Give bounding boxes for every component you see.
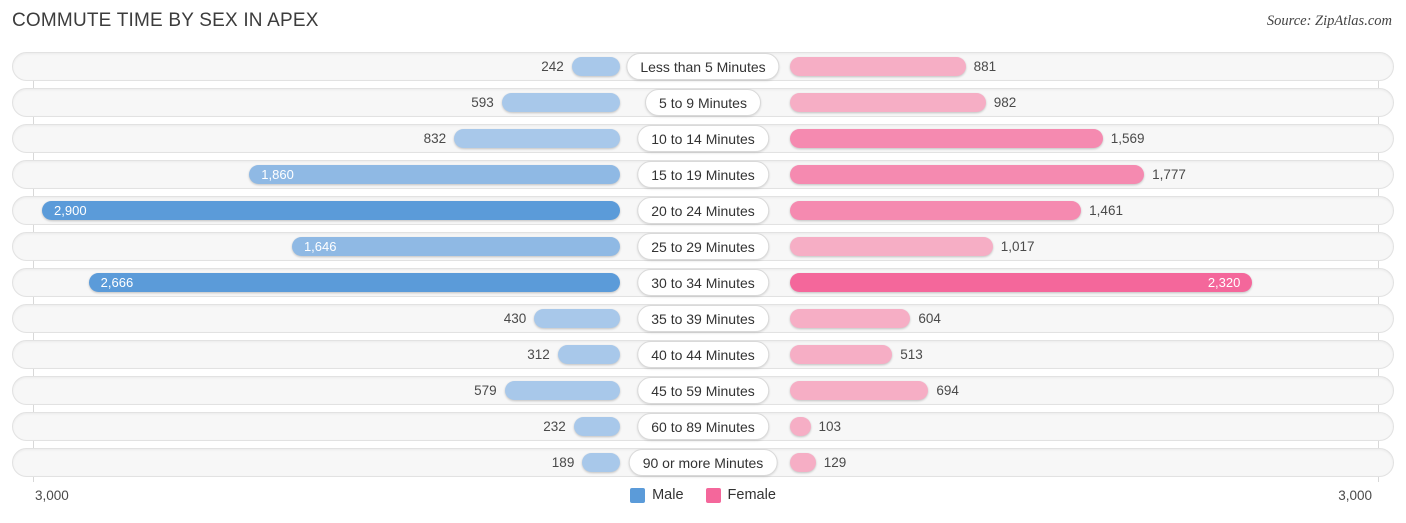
table-row[interactable]: 232 103 60 to 89 Minutes [12, 412, 1394, 441]
value-label-male: 232 [543, 419, 566, 434]
value-label-male: 579 [474, 383, 497, 398]
value-label-female: 604 [918, 311, 941, 326]
legend-item-male[interactable]: Male [630, 487, 684, 503]
value-label-female: 982 [993, 95, 1017, 110]
table-row[interactable]: 2,900 1,461 20 to 24 Minutes [12, 196, 1394, 225]
bar-female[interactable] [790, 273, 1253, 292]
value-label-female: 2,320 [1207, 275, 1241, 290]
table-row[interactable]: 242 881 Less than 5 Minutes [12, 52, 1394, 81]
bar-male[interactable] [504, 381, 620, 400]
bar-male[interactable] [454, 129, 620, 148]
value-label-male: 1,646 [303, 239, 337, 254]
category-label[interactable]: 15 to 19 Minutes [637, 161, 769, 188]
category-label[interactable]: 35 to 39 Minutes [637, 305, 769, 332]
bar-male[interactable] [582, 453, 620, 472]
bar-male[interactable] [42, 201, 620, 220]
bar-female[interactable] [790, 417, 811, 436]
category-label[interactable]: 30 to 34 Minutes [637, 269, 769, 296]
table-row[interactable]: 312 513 40 to 44 Minutes [12, 340, 1394, 369]
legend-label-female: Female [727, 487, 776, 503]
table-row[interactable]: 1,860 1,777 15 to 19 Minutes [12, 160, 1394, 189]
bar-male[interactable] [291, 237, 620, 256]
value-label-female: 1,017 [1000, 239, 1035, 254]
legend-item-female[interactable]: Female [705, 487, 776, 503]
category-label[interactable]: 10 to 14 Minutes [637, 125, 769, 152]
value-label-female: 1,569 [1110, 131, 1145, 146]
value-label-female: 881 [973, 59, 997, 74]
value-label-male: 593 [471, 95, 494, 110]
table-row[interactable]: 832 1,569 10 to 14 Minutes [12, 124, 1394, 153]
bar-male[interactable] [249, 165, 620, 184]
bar-male[interactable] [88, 273, 620, 292]
category-label[interactable]: 60 to 89 Minutes [637, 413, 769, 440]
category-label[interactable]: 40 to 44 Minutes [637, 341, 769, 368]
bar-female[interactable] [790, 345, 893, 364]
bar-female[interactable] [790, 453, 816, 472]
value-label-male: 430 [503, 311, 527, 326]
bar-male[interactable] [571, 57, 620, 76]
value-label-female: 513 [900, 347, 923, 362]
value-label-female: 694 [936, 383, 959, 398]
legend-label-male: Male [652, 487, 684, 503]
value-label-female: 129 [823, 455, 847, 470]
bar-female[interactable] [790, 237, 993, 256]
bar-male[interactable] [534, 309, 620, 328]
value-label-female: 1,461 [1089, 203, 1123, 218]
category-label[interactable]: 45 to 59 Minutes [637, 377, 769, 404]
table-row[interactable]: 2,666 2,320 30 to 34 Minutes [12, 268, 1394, 297]
bar-male[interactable] [573, 417, 620, 436]
bar-female[interactable] [790, 201, 1082, 220]
legend-swatch-female [705, 487, 721, 503]
value-label-male: 1,860 [261, 167, 294, 182]
bar-female[interactable] [790, 57, 966, 76]
category-label[interactable]: 25 to 29 Minutes [637, 233, 769, 260]
chart-legend: Male Female [0, 487, 1406, 503]
bar-male[interactable] [501, 93, 620, 112]
source-attribution: Source: ZipAtlas.com [1266, 13, 1392, 29]
value-label-male: 2,900 [54, 203, 87, 218]
table-row[interactable]: 430 604 35 to 39 Minutes [12, 304, 1394, 333]
table-row[interactable]: 1,646 1,017 25 to 29 Minutes [12, 232, 1394, 261]
page-title: COMMUTE TIME BY SEX IN APEX [12, 10, 319, 31]
value-label-female: 1,777 [1152, 167, 1186, 182]
bar-female[interactable] [790, 309, 911, 328]
value-label-male: 832 [423, 131, 447, 146]
value-label-male: 312 [527, 347, 550, 362]
bar-female[interactable] [790, 93, 986, 112]
category-label[interactable]: 5 to 9 Minutes [645, 89, 761, 116]
chart-plot-area: 242 881 Less than 5 Minutes 593 982 5 to 9 Mi… [0, 52, 1406, 482]
bar-female[interactable] [790, 165, 1145, 184]
category-label[interactable]: Less than 5 Minutes [626, 53, 780, 80]
value-label-male: 2,666 [100, 275, 134, 290]
table-row[interactable]: 189 129 90 or more Minutes [12, 448, 1394, 477]
category-label[interactable]: 20 to 24 Minutes [637, 197, 769, 224]
table-row[interactable]: 579 694 45 to 59 Minutes [12, 376, 1394, 405]
bar-male[interactable] [557, 345, 620, 364]
table-row[interactable]: 593 982 5 to 9 Minutes [12, 88, 1394, 117]
bar-female[interactable] [790, 381, 929, 400]
legend-swatch-male [630, 487, 646, 503]
bar-female[interactable] [790, 129, 1103, 148]
value-label-male: 189 [551, 455, 575, 470]
value-label-female: 103 [818, 419, 842, 434]
category-label[interactable]: 90 or more Minutes [628, 449, 778, 476]
value-label-male: 242 [541, 59, 564, 74]
